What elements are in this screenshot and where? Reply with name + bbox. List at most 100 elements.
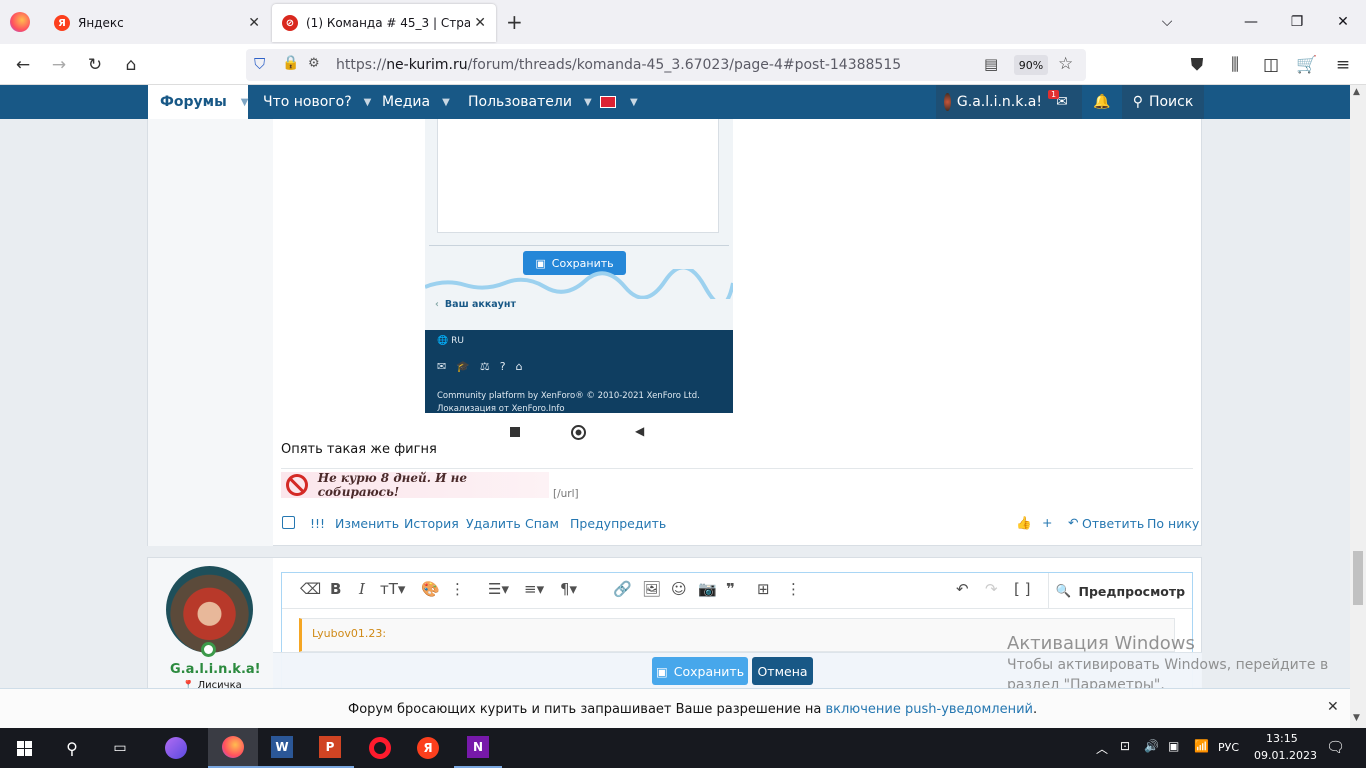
- yandex-browser-icon[interactable]: Я: [404, 728, 452, 768]
- action-mark[interactable]: !!!: [310, 516, 325, 531]
- paragraph-icon[interactable]: ¶▾: [560, 580, 577, 598]
- action-edit[interactable]: Изменить: [335, 516, 399, 531]
- scroll-up-icon[interactable]: ▲: [1353, 87, 1360, 97]
- nav-extra[interactable]: ▼: [600, 85, 638, 119]
- powerpoint-icon[interactable]: P: [306, 728, 354, 768]
- nav-forums[interactable]: Форумы ▼: [148, 85, 248, 119]
- more-vertical-icon[interactable]: ⋮: [786, 580, 801, 598]
- nav-media[interactable]: Медиа ▼: [382, 85, 450, 119]
- display-icon[interactable]: ▣: [1168, 739, 1179, 753]
- select-checkbox[interactable]: [282, 516, 295, 529]
- page-scrollbar[interactable]: ▲ ▼: [1350, 85, 1366, 728]
- chevron-down-icon[interactable]: ▼: [364, 97, 372, 108]
- cart-extension-icon[interactable]: 🛒: [1294, 52, 1320, 78]
- close-tab-icon[interactable]: ✕: [248, 15, 260, 31]
- action-reply[interactable]: Ответить: [1082, 516, 1144, 531]
- media-icon[interactable]: 📷: [698, 580, 717, 598]
- restore-button[interactable]: ❐: [1274, 0, 1320, 44]
- action-history[interactable]: История: [404, 516, 459, 531]
- quote-author[interactable]: Lyubov01.23:: [312, 627, 386, 640]
- home-icon[interactable]: ⌂: [118, 52, 144, 78]
- close-tab-icon[interactable]: ✕: [474, 15, 486, 31]
- url-text[interactable]: https://ne-kurim.ru/forum/threads/komand…: [336, 57, 901, 73]
- forward-arrow-icon[interactable]: →: [46, 52, 72, 78]
- bookmark-star-icon[interactable]: ☆: [1058, 54, 1073, 74]
- inbox-button[interactable]: ✉ 1: [1042, 85, 1082, 119]
- italic-icon[interactable]: I: [359, 580, 365, 598]
- zoom-level[interactable]: 90%: [1014, 55, 1048, 75]
- tray-chevron-icon[interactable]: ︿: [1096, 740, 1108, 757]
- tab-yandex[interactable]: Я Яндекс ✕: [44, 4, 270, 42]
- fullscreen-icon[interactable]: [ ]: [1014, 580, 1030, 598]
- link-icon[interactable]: 🔗: [613, 580, 632, 598]
- close-window-button[interactable]: ✕: [1320, 0, 1366, 44]
- redo-icon[interactable]: ↷: [985, 580, 998, 598]
- volume-icon[interactable]: 🔊: [1144, 739, 1159, 753]
- image-icon[interactable]: 🖼: [642, 580, 661, 598]
- palette-icon[interactable]: 🎨: [421, 580, 440, 598]
- notifications-icon[interactable]: 🗨: [1326, 738, 1345, 756]
- address-bar[interactable]: ⛉ 🔒 ⚙ https://ne-kurim.ru/forum/threads/…: [246, 49, 1086, 81]
- reply-arrow-icon[interactable]: ↶: [1068, 515, 1078, 530]
- more-vertical-icon[interactable]: ⋮: [450, 580, 465, 598]
- back-arrow-icon[interactable]: ←: [10, 52, 36, 78]
- reader-view-icon[interactable]: ▤: [984, 55, 998, 73]
- like-thumb-icon[interactable]: 👍: [1016, 515, 1032, 531]
- list-tabs-chevron-icon[interactable]: ⌵: [1144, 0, 1190, 44]
- undo-icon[interactable]: ↶: [956, 580, 969, 598]
- clock-time[interactable]: 13:15: [1266, 732, 1298, 745]
- account-menu[interactable]: G.a.l.i.n.k.a!: [936, 85, 1042, 119]
- nav-whats-new[interactable]: Что нового? ▼: [263, 85, 371, 119]
- action-delete[interactable]: Удалить: [466, 516, 521, 531]
- language-indicator[interactable]: РУС: [1218, 741, 1239, 754]
- library-icon[interactable]: ⫼: [1222, 52, 1248, 78]
- cancel-button[interactable]: Отмена: [752, 657, 813, 685]
- chevron-down-icon[interactable]: ▼: [584, 97, 592, 108]
- start-windows-icon[interactable]: [0, 728, 48, 768]
- alice-icon[interactable]: [152, 728, 200, 768]
- tab-forum[interactable]: ⊘ (1) Команда # 45_3 | Страница ✕: [272, 4, 496, 42]
- action-warn[interactable]: Предупредить: [570, 516, 666, 531]
- table-icon[interactable]: ⊞: [757, 580, 770, 598]
- tracking-shield-icon[interactable]: ⛉: [254, 55, 265, 73]
- network-icon[interactable]: ⊡: [1120, 739, 1130, 753]
- pocket-icon[interactable]: ⛊: [1184, 52, 1210, 78]
- alerts-button[interactable]: 🔔: [1082, 85, 1122, 119]
- push-enable-link[interactable]: включение push-уведомлений: [825, 702, 1033, 717]
- lock-icon[interactable]: 🔒: [282, 55, 299, 71]
- app-menu-icon[interactable]: ≡: [1330, 52, 1356, 78]
- word-icon[interactable]: W: [258, 728, 306, 768]
- quote-icon[interactable]: ❞: [726, 580, 735, 598]
- sidebar-icon[interactable]: ◫: [1258, 52, 1284, 78]
- preview-button[interactable]: 🔍 Предпросмотр: [1048, 573, 1192, 609]
- reload-icon[interactable]: ↻: [82, 52, 108, 78]
- chevron-down-icon[interactable]: ▼: [241, 97, 249, 108]
- new-tab-button[interactable]: +: [506, 10, 523, 34]
- minimize-button[interactable]: —: [1228, 0, 1274, 44]
- onenote-icon[interactable]: N: [454, 728, 502, 768]
- action-by-nick[interactable]: По нику: [1147, 516, 1199, 531]
- chevron-down-icon[interactable]: ▼: [442, 97, 450, 108]
- wifi-icon[interactable]: 📶: [1194, 739, 1209, 753]
- align-icon[interactable]: ≡▾: [524, 580, 544, 598]
- search-button[interactable]: ⚲ Поиск: [1122, 85, 1204, 119]
- task-view-icon[interactable]: ▭: [96, 728, 144, 768]
- action-spam[interactable]: Спам: [525, 516, 559, 531]
- text-size-icon[interactable]: тT▾: [380, 580, 405, 598]
- eraser-icon[interactable]: ⌫: [300, 580, 321, 598]
- save-button[interactable]: ▣ Сохранить: [652, 657, 748, 685]
- close-icon[interactable]: ✕: [1327, 699, 1339, 715]
- firefox-taskbar-icon[interactable]: [208, 728, 258, 768]
- clock-date[interactable]: 09.01.2023: [1254, 749, 1317, 762]
- scroll-thumb[interactable]: [1353, 551, 1363, 605]
- plus-icon[interactable]: +: [1042, 515, 1052, 530]
- author-name[interactable]: G.a.l.i.n.k.a!: [170, 662, 261, 677]
- firefox-menu-icon[interactable]: [10, 12, 30, 32]
- bold-icon[interactable]: B: [330, 580, 341, 598]
- smiley-icon[interactable]: ☺: [671, 580, 687, 598]
- list-icon[interactable]: ☰▾: [488, 580, 509, 598]
- search-icon[interactable]: ⚲: [48, 728, 96, 768]
- chevron-down-icon[interactable]: ▼: [630, 97, 638, 108]
- opera-icon[interactable]: [356, 728, 404, 768]
- scroll-down-icon[interactable]: ▼: [1353, 713, 1360, 723]
